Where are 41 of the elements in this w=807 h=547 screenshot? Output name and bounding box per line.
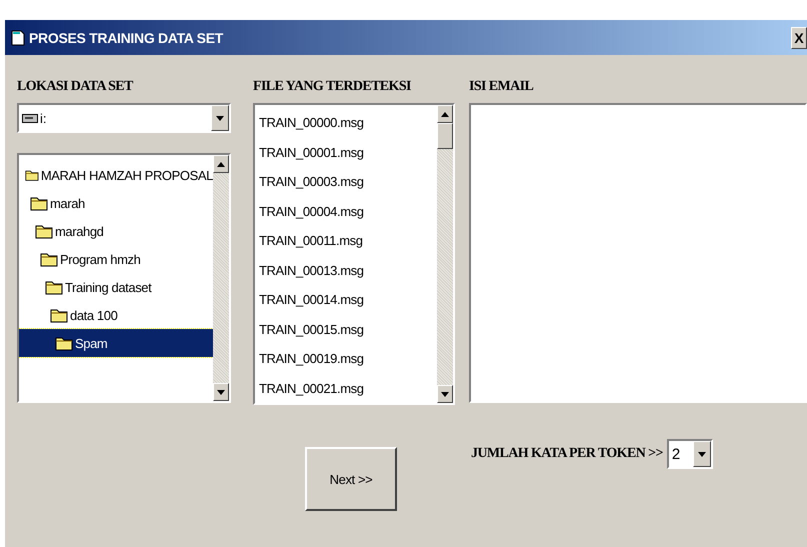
token-dropdown[interactable]: 2: [666, 439, 713, 469]
drive-dropdown[interactable]: i:: [17, 103, 231, 133]
folder-item[interactable]: marahgd: [19, 217, 213, 245]
folder-item[interactable]: Training dataset: [19, 273, 213, 301]
next-button[interactable]: Next >>: [305, 447, 397, 511]
folder-icon: [40, 251, 58, 267]
scroll-up-icon[interactable]: [217, 162, 225, 166]
file-item[interactable]: TRAIN_00013.msg: [259, 256, 437, 285]
file-item[interactable]: TRAIN_00001.msg: [259, 138, 437, 167]
file-item[interactable]: TRAIN_00004.msg: [259, 196, 437, 226]
scroll-thumb[interactable]: [437, 123, 453, 149]
scroll-up-icon[interactable]: [441, 112, 449, 116]
scroll-down-icon[interactable]: [698, 452, 706, 456]
scroll-down-icon[interactable]: [217, 390, 225, 394]
section-label: FILE YANG TERDETEKSI: [253, 79, 412, 96]
scroll-down-icon[interactable]: [216, 116, 224, 120]
folder-icon: [35, 223, 53, 239]
folder-icon: [30, 195, 48, 211]
close-button[interactable]: X: [791, 26, 807, 48]
folder-item[interactable]: Program hmzh: [19, 245, 213, 273]
file-item[interactable]: TRAIN_00003.msg: [259, 167, 437, 196]
file-item[interactable]: TRAIN_00011.msg: [259, 226, 437, 256]
folder-item[interactable]: marah: [19, 189, 213, 217]
drive-icon: [22, 112, 38, 124]
folder-item[interactable]: MARAH HAMZAH PROPOSAL: [19, 161, 213, 189]
folder-icon: [55, 335, 73, 351]
folder-item[interactable]: data 100: [19, 301, 213, 329]
app-icon: [11, 30, 25, 46]
file-item[interactable]: TRAIN_00021.msg: [259, 374, 437, 403]
file-item[interactable]: TRAIN_00015.msg: [259, 314, 437, 344]
file-item[interactable]: TRAIN_00014.msg: [259, 285, 437, 314]
token-label: JUMLAH KATA PER TOKEN >>: [471, 446, 663, 462]
file-item[interactable]: TRAIN_00019.msg: [259, 344, 437, 374]
scroll-down-icon[interactable]: [441, 392, 449, 396]
section-label: ISI EMAIL: [469, 79, 534, 96]
folder-icon: [50, 307, 68, 323]
folder-icon: [45, 279, 63, 295]
section-label: LOKASI DATA SET: [17, 79, 134, 96]
file-item[interactable]: TRAIN_00000.msg: [259, 108, 437, 138]
folder-item[interactable]: Spam: [19, 329, 213, 357]
window-title: PROSES TRAINING DATA SET: [29, 30, 224, 46]
